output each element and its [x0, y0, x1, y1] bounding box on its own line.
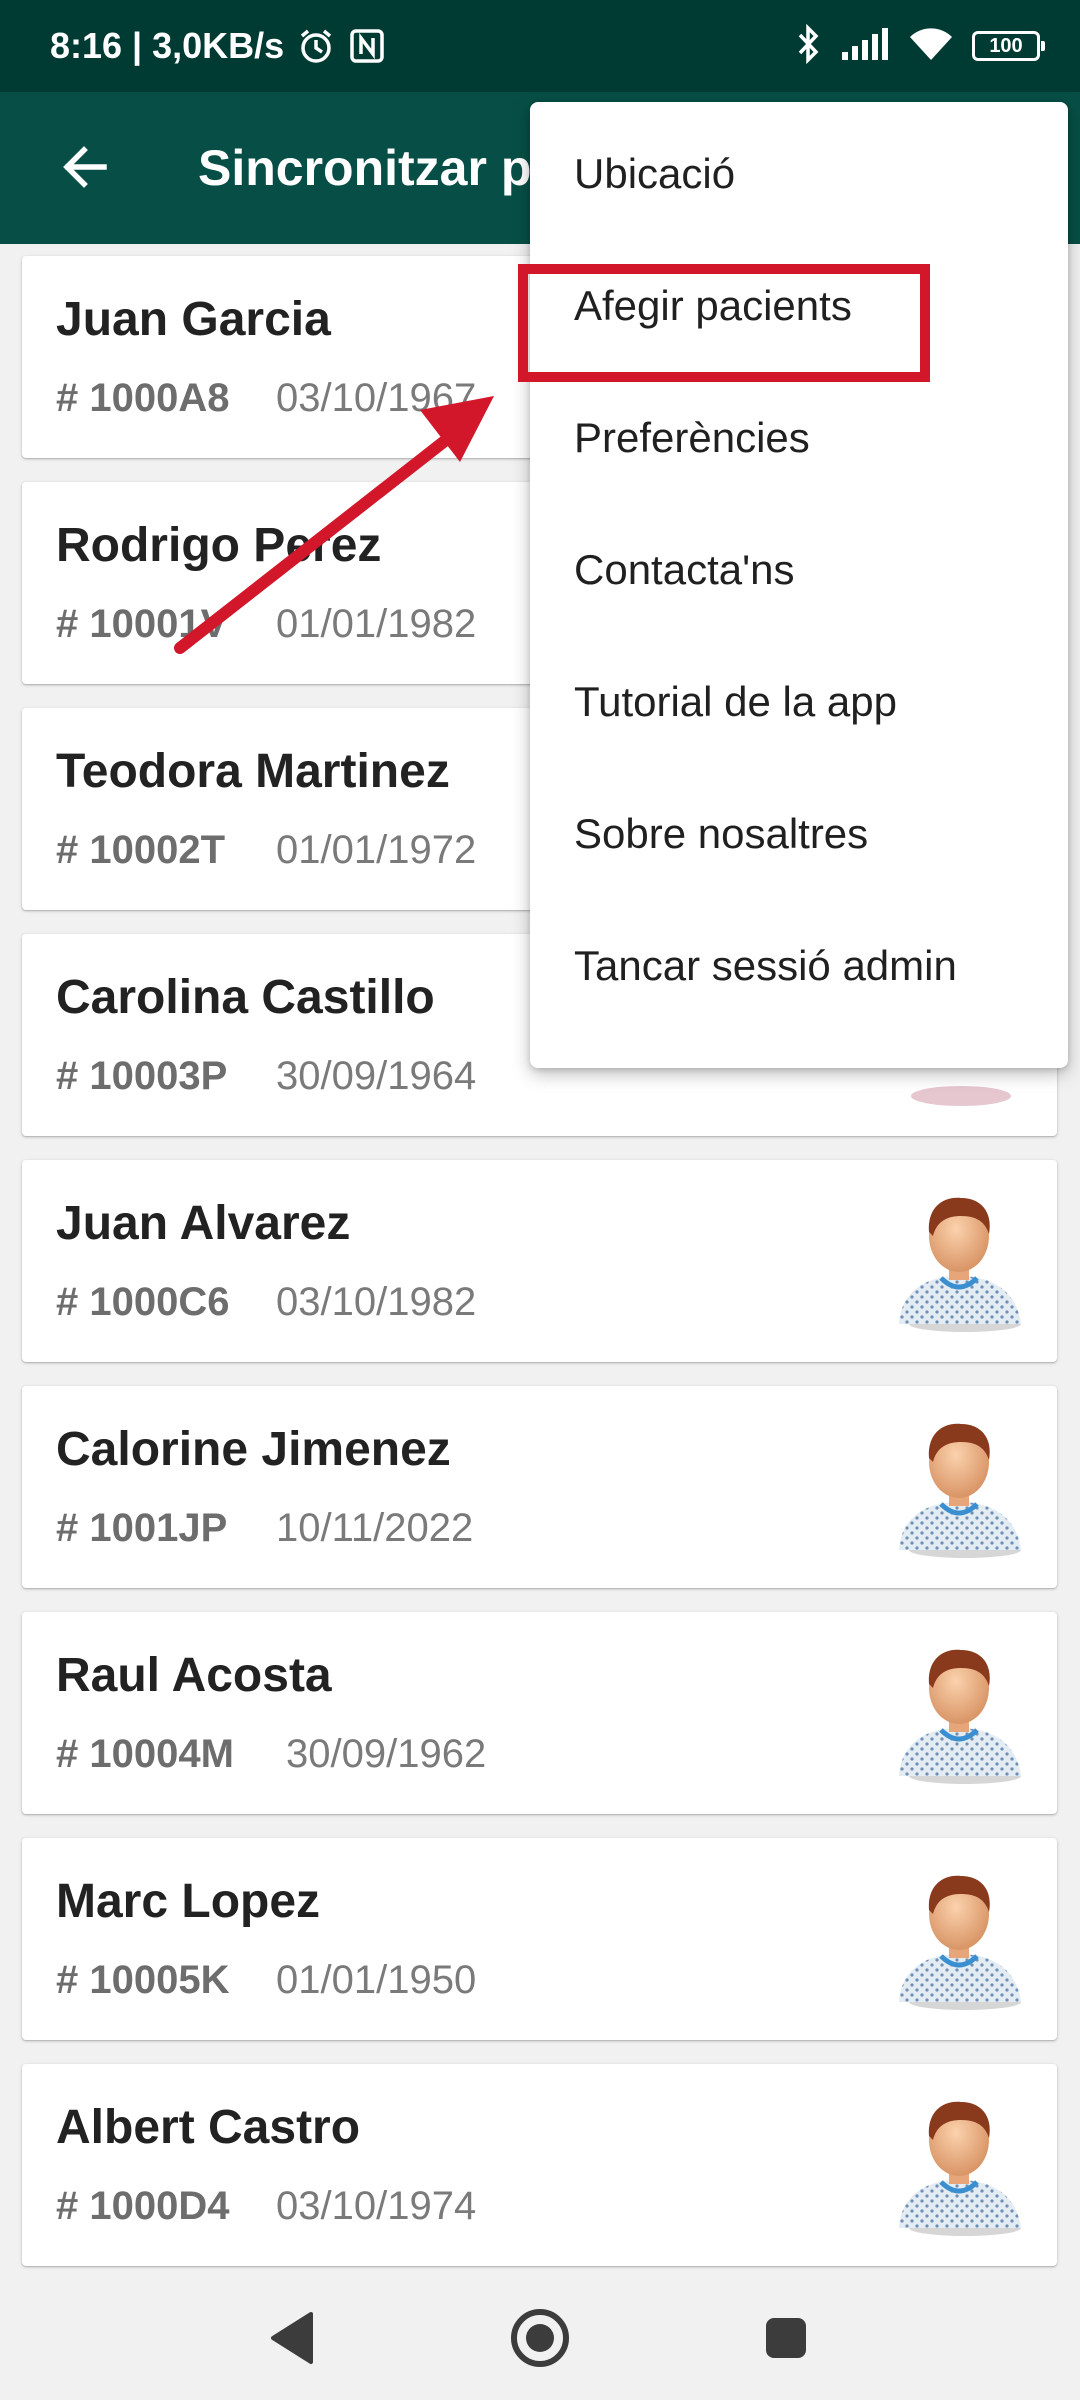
alarm-icon [296, 26, 336, 66]
status-right: 100 [794, 0, 1045, 92]
menu-item-label: Tutorial de la app [574, 678, 897, 725]
patient-avatar-icon [889, 1410, 1029, 1560]
menu-item-ubicacio[interactable]: Ubicació [530, 108, 1068, 240]
menu-item-tutorial[interactable]: Tutorial de la app [530, 636, 1068, 768]
patient-dob: 10/11/2022 [276, 1506, 474, 1550]
patient-avatar-icon [889, 1184, 1029, 1334]
patient-dob: 03/10/1982 [276, 1280, 477, 1324]
signal-icon [840, 26, 890, 67]
patient-dob: 03/10/1974 [276, 2184, 477, 2228]
patient-card[interactable]: Marc Lopez # 10005K 01/01/1950 [22, 1838, 1057, 2040]
patient-card[interactable]: Juan Alvarez # 1000C6 03/10/1982 [22, 1160, 1057, 1362]
nav-back-button[interactable] [252, 2298, 332, 2378]
patient-dob: 01/01/1950 [276, 1958, 477, 2002]
back-triangle-icon [271, 2312, 313, 2364]
patient-id: # 10004M [56, 1732, 234, 1776]
patient-dob: 01/01/1972 [276, 828, 477, 872]
patient-id: # 1000C6 [56, 1280, 230, 1324]
menu-item-label: Sobre nosaltres [574, 810, 869, 857]
patient-name: Marc Lopez [56, 1875, 321, 1928]
overflow-menu: Ubicació Afegir pacients Preferències Co… [530, 102, 1068, 1068]
menu-item-label: Tancar sessió admin [574, 942, 957, 989]
patient-name: Juan Garcia [56, 293, 331, 346]
patient-card[interactable]: Albert Castro # 1000D4 03/10/1974 [22, 2064, 1057, 2266]
nfc-icon [348, 27, 386, 65]
wifi-icon [908, 26, 954, 67]
patient-id: # 10002T [56, 828, 226, 872]
patient-id: # 1000A8 [56, 376, 230, 420]
patient-name: Calorine Jimenez [56, 1423, 451, 1476]
nav-recents-button[interactable] [746, 2298, 826, 2378]
patient-avatar-icon [889, 1862, 1029, 2012]
system-nav-bar [0, 2278, 1080, 2400]
patient-name: Albert Castro [56, 2101, 361, 2154]
patient-id: # 10003P [56, 1054, 228, 1098]
patient-name: Carolina Castillo [56, 971, 435, 1024]
home-circle-icon [511, 2309, 569, 2367]
menu-item-label: Contacta'ns [574, 546, 795, 593]
status-time-speed: 8:16 | 3,0KB/s [50, 25, 285, 66]
patient-card[interactable]: Calorine Jimenez # 1001JP 10/11/2022 [22, 1386, 1057, 1588]
menu-item-label: Preferències [574, 414, 810, 461]
patient-id: # 10005K [56, 1958, 230, 2002]
patient-card[interactable]: Raul Acosta # 10004M 30/09/1962 [22, 1612, 1057, 1814]
patient-dob: 30/09/1964 [276, 1054, 477, 1098]
back-button[interactable] [50, 132, 120, 202]
patient-id: # 1000D4 [56, 2184, 230, 2228]
patient-dob: 30/09/1962 [286, 1732, 487, 1776]
patient-avatar-icon [889, 2088, 1029, 2238]
nav-home-button[interactable] [500, 2298, 580, 2378]
bluetooth-icon [794, 23, 822, 69]
menu-item-preferencies[interactable]: Preferències [530, 372, 1068, 504]
patient-avatar-icon [889, 1636, 1029, 1786]
patient-dob: 03/10/1967 [276, 376, 477, 420]
menu-item-sobre-nosaltres[interactable]: Sobre nosaltres [530, 768, 1068, 900]
page-title: Sincronitzar p [198, 140, 532, 196]
patient-id: # 10001V [56, 602, 228, 646]
status-left: 8:16 | 3,0KB/s [50, 0, 386, 92]
battery-icon: 100 [972, 31, 1045, 61]
menu-item-contactans[interactable]: Contacta'ns [530, 504, 1068, 636]
patient-name: Teodora Martinez [56, 745, 450, 798]
patient-name: Raul Acosta [56, 1649, 332, 1702]
patient-name: Rodrigo Perez [56, 519, 382, 572]
menu-item-tancar-sessio[interactable]: Tancar sessió admin [530, 900, 1068, 1032]
menu-item-label: Ubicació [574, 150, 736, 197]
status-bar: 8:16 | 3,0KB/s 100 [0, 0, 1080, 92]
highlight-annotation [518, 264, 930, 382]
arrow-left-icon [63, 146, 107, 188]
patient-dob: 01/01/1982 [276, 602, 477, 646]
patient-id: # 1001JP [56, 1506, 228, 1550]
patient-name: Juan Alvarez [56, 1197, 351, 1250]
recents-square-icon [766, 2318, 806, 2358]
